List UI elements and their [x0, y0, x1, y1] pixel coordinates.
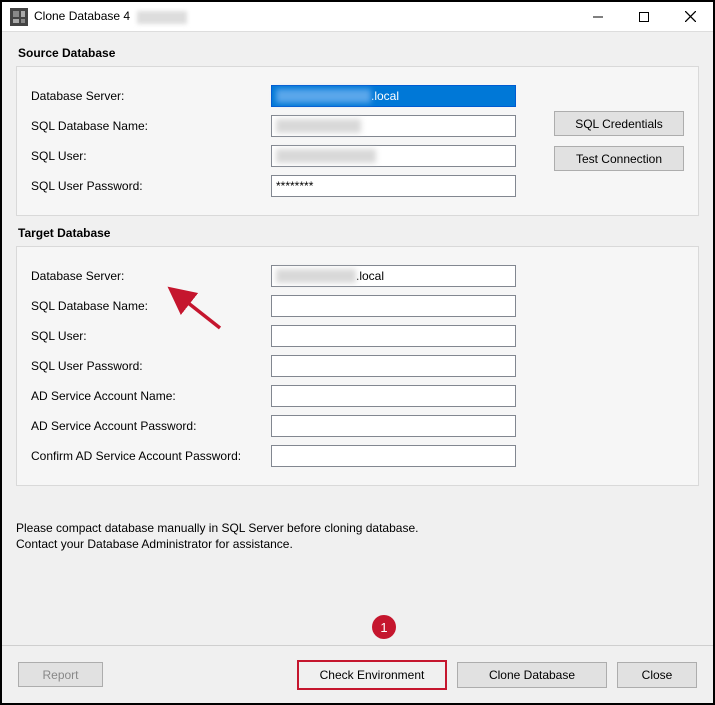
target-db-server-input[interactable]: .local — [271, 265, 516, 287]
target-ad-name-label: AD Service Account Name: — [31, 389, 271, 403]
source-sql-pass-input[interactable] — [271, 175, 516, 197]
window-title-text: Clone Database 4 — [34, 9, 130, 23]
client-area: Source Database Database Server: .local … — [2, 32, 713, 703]
target-ad-pass-input[interactable] — [271, 415, 516, 437]
target-sql-pass-input[interactable] — [271, 355, 516, 377]
app-icon — [10, 8, 28, 26]
target-sql-user-input[interactable] — [271, 325, 516, 347]
note-line1: Please compact database manually in SQL … — [16, 520, 699, 536]
target-ad-name-input[interactable] — [271, 385, 516, 407]
window-title-obscured — [137, 11, 187, 24]
target-ad-pass-confirm-label: Confirm AD Service Account Password: — [31, 449, 271, 463]
target-db-server-value-obscured — [276, 269, 356, 283]
target-ad-pass-label: AD Service Account Password: — [31, 419, 271, 433]
source-db-server-suffix: .local — [371, 89, 399, 103]
source-sql-user-label: SQL User: — [31, 149, 271, 163]
target-db-server-suffix: .local — [356, 269, 384, 283]
maximize-button[interactable] — [621, 2, 667, 32]
target-group-title: Target Database — [18, 226, 699, 240]
source-db-name-label: SQL Database Name: — [31, 119, 271, 133]
source-group: Database Server: .local SQL Database Nam… — [16, 66, 699, 216]
close-window-button[interactable] — [667, 2, 713, 32]
target-sql-pass-label: SQL User Password: — [31, 359, 271, 373]
source-db-server-label: Database Server: — [31, 89, 271, 103]
clone-database-window: Clone Database 4 Source Database Databas… — [0, 0, 715, 705]
sql-credentials-button[interactable]: SQL Credentials — [554, 111, 684, 136]
check-environment-button[interactable]: Check Environment — [297, 660, 447, 690]
clone-database-button[interactable]: Clone Database — [457, 662, 607, 688]
source-db-name-value-obscured — [276, 119, 361, 133]
footer-bar: Report Check Environment Clone Database … — [2, 645, 713, 703]
target-db-name-input[interactable] — [271, 295, 516, 317]
source-db-server-value-obscured — [276, 89, 371, 103]
minimize-button[interactable] — [575, 2, 621, 32]
report-button[interactable]: Report — [18, 662, 103, 687]
target-sql-user-label: SQL User: — [31, 329, 271, 343]
close-button[interactable]: Close — [617, 662, 697, 688]
source-sql-user-value-obscured — [276, 149, 376, 163]
target-db-name-label: SQL Database Name: — [31, 299, 271, 313]
source-db-name-input[interactable] — [271, 115, 516, 137]
note-line2: Contact your Database Administrator for … — [16, 536, 699, 552]
note-text: Please compact database manually in SQL … — [16, 520, 699, 552]
target-db-server-label: Database Server: — [31, 269, 271, 283]
target-ad-pass-confirm-input[interactable] — [271, 445, 516, 467]
window-titlebar: Clone Database 4 — [2, 2, 713, 32]
window-title: Clone Database 4 — [34, 9, 187, 23]
test-connection-button[interactable]: Test Connection — [554, 146, 684, 171]
source-sql-user-input[interactable] — [271, 145, 516, 167]
source-sql-pass-label: SQL User Password: — [31, 179, 271, 193]
source-group-title: Source Database — [18, 46, 699, 60]
target-group: Database Server: .local SQL Database Nam… — [16, 246, 699, 486]
source-db-server-input[interactable]: .local — [271, 85, 516, 107]
